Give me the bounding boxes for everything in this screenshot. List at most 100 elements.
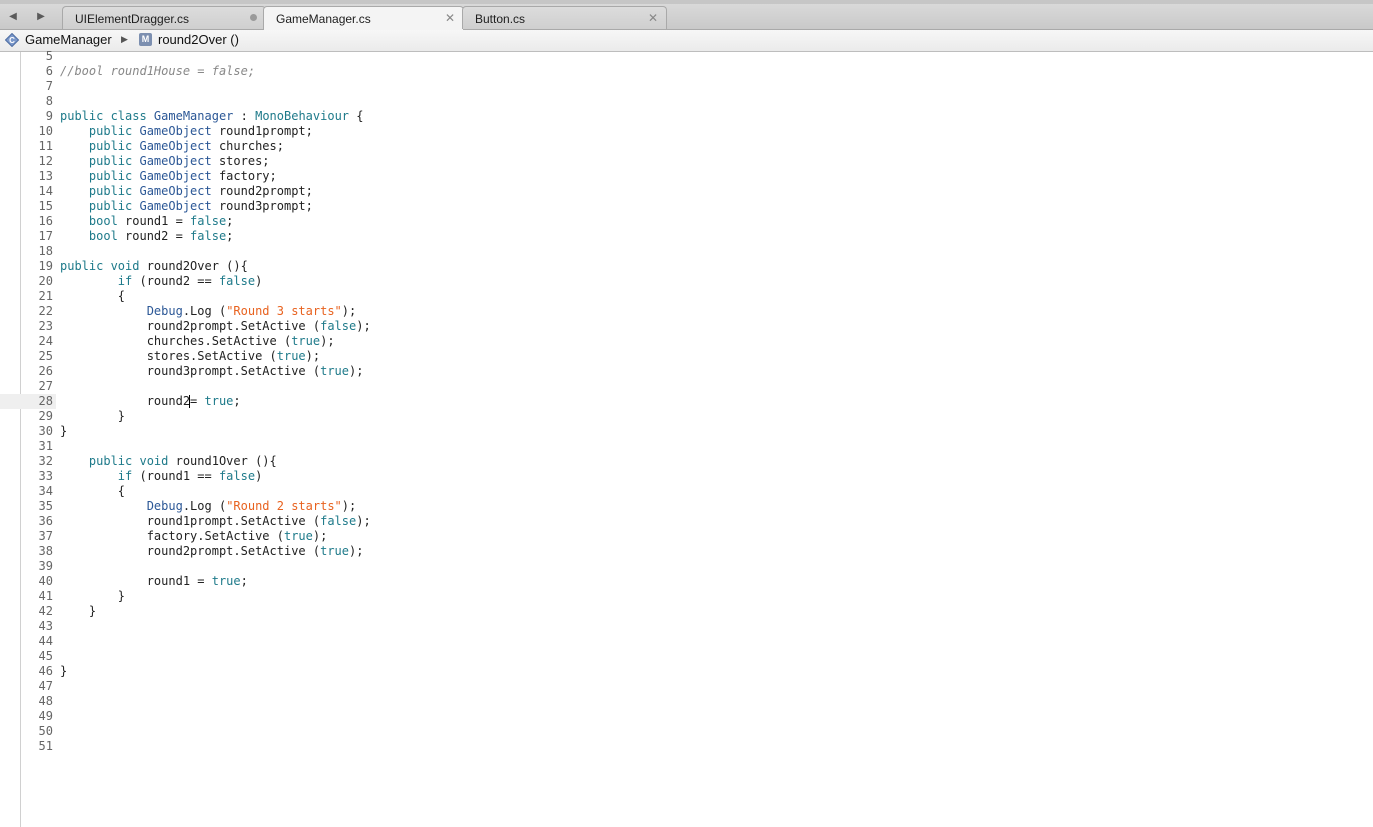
code-line[interactable]: 20 if (round2 == false) [0, 274, 263, 289]
tab-label: Button.cs [475, 12, 526, 26]
code-line[interactable]: 36 round1prompt.SetActive (false); [0, 514, 371, 529]
code-token: GameObject [139, 124, 212, 138]
code-line[interactable]: 41 } [0, 589, 125, 604]
close-icon[interactable]: ✕ [445, 11, 455, 25]
line-number: 42 [38, 604, 53, 618]
code-line[interactable]: 15 public GameObject round3prompt; [0, 199, 313, 214]
code-line[interactable]: 6 //bool round1House = false; [0, 64, 255, 79]
code-editor[interactable]: 5 6 //bool round1House = false; 7 8 9 public c… [0, 49, 1373, 827]
code-line[interactable]: 16 bool round1 = false; [0, 214, 234, 229]
line-number: 22 [38, 304, 53, 318]
code-token: round1prompt.SetActive ( [60, 514, 321, 528]
code-line[interactable]: 12 public GameObject stores; [0, 154, 270, 169]
code-token: ; [226, 229, 234, 243]
code-token: MonoBehaviour [255, 109, 350, 123]
code-line[interactable]: 42 } [0, 604, 97, 619]
line-number: 11 [38, 139, 53, 153]
forward-arrow-icon[interactable]: ▶ [28, 4, 54, 29]
code-line[interactable]: 22 Debug.Log ("Round 3 starts"); [0, 304, 357, 319]
code-line[interactable]: 25 stores.SetActive (true); [0, 349, 321, 364]
breadcrumb: C GameManager ▶ M round2Over () [0, 30, 1373, 52]
code-token: Debug [146, 499, 183, 513]
line-number: 29 [38, 409, 53, 423]
line-number: 24 [38, 334, 53, 348]
code-line[interactable]: 7 [0, 79, 56, 94]
unsaved-dot-icon[interactable] [250, 14, 257, 21]
breadcrumb-class[interactable]: GameManager [25, 32, 112, 47]
code-line[interactable]: 40 round1 = true; [0, 574, 248, 589]
code-line[interactable]: 51 [0, 739, 56, 754]
code-line[interactable]: 18 [0, 244, 56, 259]
line-number: 45 [38, 649, 53, 663]
code-token: GameObject [139, 154, 212, 168]
code-line[interactable]: 33 if (round1 == false) [0, 469, 263, 484]
line-source: public class GameManager : MonoBehaviour… [60, 109, 363, 124]
line-number: 10 [38, 124, 53, 138]
code-line[interactable]: 35 Debug.Log ("Round 2 starts"); [0, 499, 357, 514]
code-token: stores.SetActive ( [60, 349, 277, 363]
code-line[interactable]: 24 churches.SetActive (true); [0, 334, 335, 349]
code-token: round2prompt; [211, 184, 313, 198]
code-line[interactable]: 9 public class GameManager : MonoBehaviou… [0, 109, 364, 124]
code-token: true [291, 334, 321, 348]
line-number: 13 [38, 169, 53, 183]
line-source: public GameObject churches; [60, 139, 284, 154]
code-line[interactable]: 31 [0, 439, 56, 454]
code-line[interactable]: 38 round2prompt.SetActive (true); [0, 544, 364, 559]
code-token: ); [349, 544, 364, 558]
code-token: ; [240, 574, 248, 588]
tab-label: GameManager.cs [276, 12, 371, 26]
code-line[interactable]: 46} [0, 664, 68, 679]
code-line[interactable]: 29 } [0, 409, 125, 424]
code-line[interactable]: 14 public GameObject round2prompt; [0, 184, 313, 199]
code-line[interactable]: 19 public void round2Over (){ [0, 259, 248, 274]
code-line[interactable]: 11 public GameObject churches; [0, 139, 284, 154]
code-token: round2 = [117, 229, 191, 243]
line-source: bool round2 = false; [60, 229, 234, 244]
code-line[interactable]: 27 [0, 379, 56, 394]
code-line[interactable]: 44 [0, 634, 56, 649]
code-token: false [190, 229, 227, 243]
code-line[interactable]: 17 bool round2 = false; [0, 229, 234, 244]
code-line[interactable]: 32 public void round1Over (){ [0, 454, 277, 469]
code-line[interactable]: 30} [0, 424, 68, 439]
code-token: ; [226, 214, 234, 228]
code-line[interactable]: 50 [0, 724, 56, 739]
code-line[interactable]: 43 [0, 619, 56, 634]
code-line[interactable]: 26 round3prompt.SetActive (true); [0, 364, 364, 379]
code-line[interactable]: 21 { [0, 289, 125, 304]
tab-uielementdragger[interactable]: UIElementDragger.cs [62, 6, 266, 29]
code-token: true [320, 364, 349, 378]
code-token: round1prompt; [211, 124, 313, 138]
line-number: 16 [38, 214, 53, 228]
tab-gamemanager[interactable]: GameManager.cs ✕ [263, 6, 464, 30]
back-arrow-icon[interactable]: ◀ [0, 4, 26, 29]
code-line[interactable]: 23 round2prompt.SetActive (false); [0, 319, 371, 334]
code-token: round3prompt.SetActive ( [60, 364, 321, 378]
line-number: 32 [38, 454, 53, 468]
line-number: 15 [38, 199, 53, 213]
line-source: round1 = true; [60, 574, 248, 589]
code-token: GameObject [139, 184, 212, 198]
code-token: round3prompt; [211, 199, 313, 213]
code-line[interactable]: 13 public GameObject factory; [0, 169, 277, 184]
code-line[interactable]: 39 [0, 559, 56, 574]
code-token: ); [320, 334, 335, 348]
code-line[interactable]: 10 public GameObject round1prompt; [0, 124, 313, 139]
code-line[interactable]: 48 [0, 694, 56, 709]
code-token: bool [60, 229, 118, 243]
code-line[interactable]: 28 round2= true; [0, 394, 241, 409]
tab-button[interactable]: Button.cs ✕ [462, 6, 667, 29]
code-line[interactable]: 45 [0, 649, 56, 664]
code-token: Debug [146, 304, 183, 318]
code-line[interactable]: 5 [0, 49, 56, 64]
code-line[interactable]: 37 factory.SetActive (true); [0, 529, 328, 544]
code-token: } [60, 409, 126, 423]
close-icon[interactable]: ✕ [648, 11, 658, 25]
code-line[interactable]: 49 [0, 709, 56, 724]
code-line[interactable]: 8 [0, 94, 56, 109]
code-line[interactable]: 34 { [0, 484, 125, 499]
breadcrumb-method[interactable]: round2Over () [158, 32, 239, 47]
code-token: true [320, 544, 349, 558]
code-line[interactable]: 47 [0, 679, 56, 694]
